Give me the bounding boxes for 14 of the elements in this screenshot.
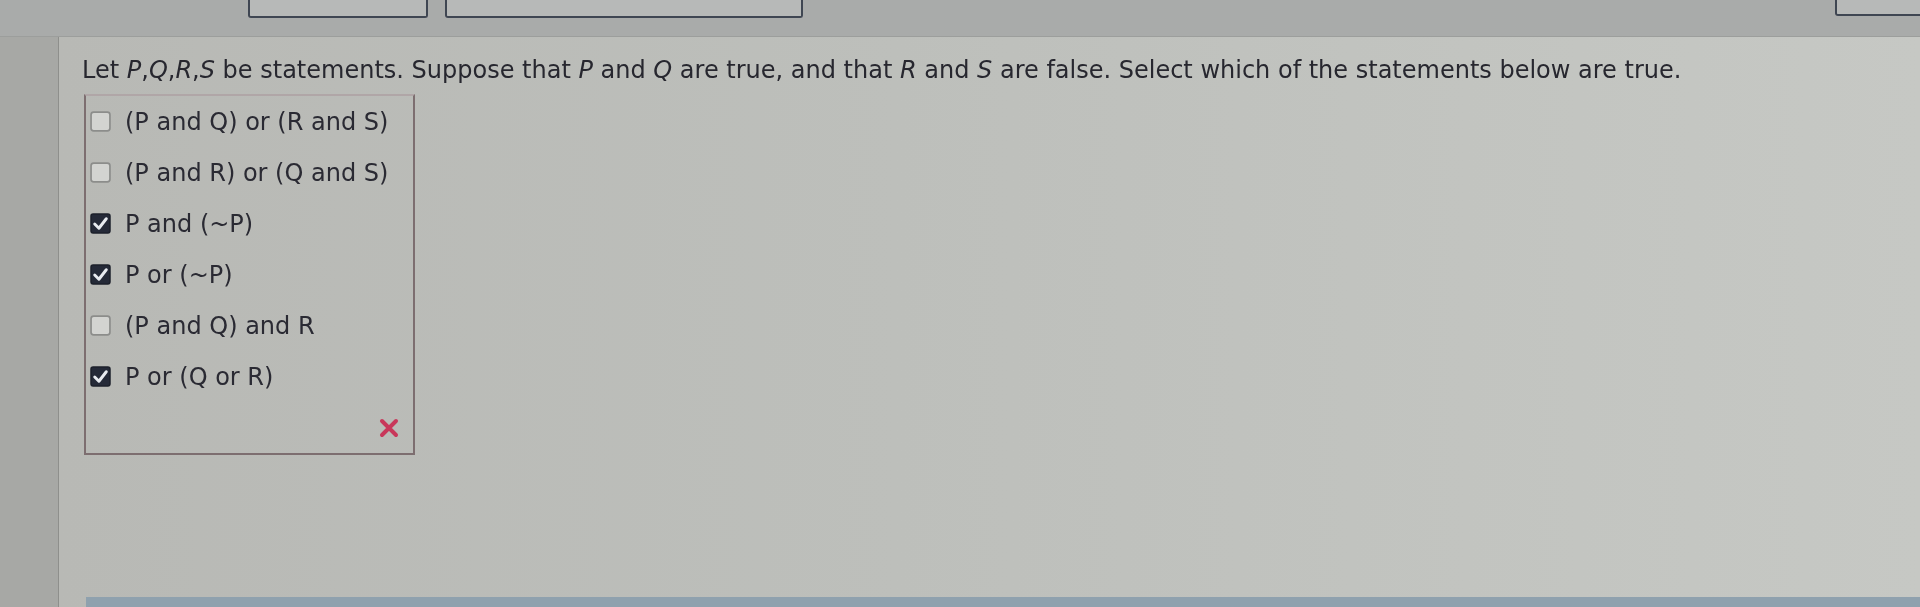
option-label: (P and Q) or (R and S) — [125, 107, 389, 136]
option-label: P and (~P) — [125, 209, 254, 238]
checkbox[interactable] — [90, 213, 111, 234]
question-text: Let P,Q,R,S be statements. Suppose that P and Q are true, and that R and S are false. Select which of the statements below are true. — [82, 56, 1683, 84]
checkbox[interactable] — [90, 366, 111, 387]
checkbox[interactable] — [90, 111, 111, 132]
option-label: (P and R) or (Q and S) — [125, 158, 389, 187]
option-label: P or (~P) — [125, 260, 233, 289]
option-label: P or (Q or R) — [125, 362, 274, 391]
checkbox[interactable] — [90, 315, 111, 336]
checkbox[interactable] — [90, 264, 111, 285]
checkbox[interactable] — [90, 162, 111, 183]
option-label: (P and Q) and R — [125, 311, 315, 340]
cross-icon — [379, 417, 399, 438]
